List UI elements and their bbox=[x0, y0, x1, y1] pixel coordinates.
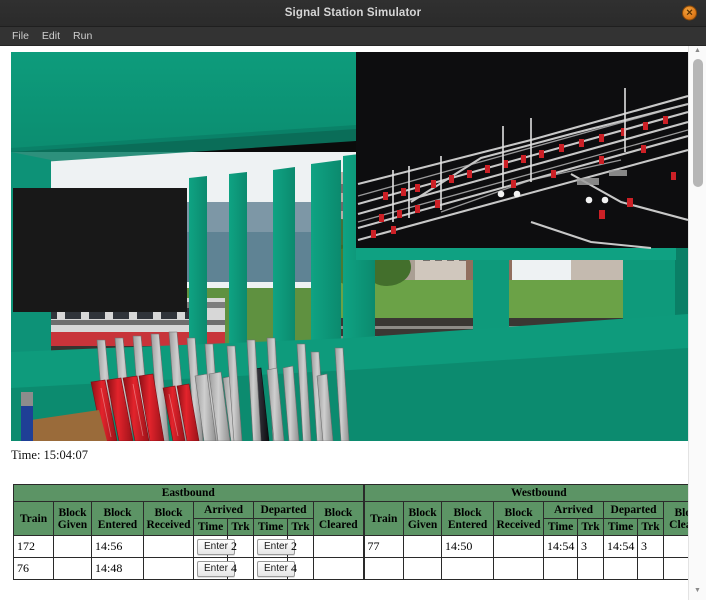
wb-row0-block-given bbox=[403, 535, 443, 558]
wb-row1-departed-time bbox=[603, 557, 639, 580]
eb-row0-arrived-time-cell: Enter bbox=[193, 535, 235, 558]
wb-row1-departed-trk bbox=[637, 557, 665, 580]
wb-col-departed-time: Time bbox=[603, 518, 639, 536]
wb-row0-arrived-time: 14:54 bbox=[543, 535, 579, 558]
wb-col-block-received: Block Received bbox=[493, 501, 545, 536]
eb-row0-train: 172 bbox=[13, 535, 54, 558]
scrollbar-track[interactable] bbox=[689, 57, 706, 586]
eb-row0-departed-enter-button[interactable]: Enter bbox=[257, 539, 295, 555]
wb-col-train: Train bbox=[362, 501, 405, 536]
wb-row1-arrived-time bbox=[543, 557, 579, 580]
wb-col-arrived-trk: Trk bbox=[577, 518, 605, 536]
eb-block-received-line1: Block bbox=[154, 506, 183, 519]
eb-row0-block-cleared bbox=[312, 535, 365, 558]
menu-item-run[interactable]: Run bbox=[69, 29, 99, 44]
wb-block-entered-line1: Block bbox=[453, 506, 482, 519]
train-log-table: Eastbound Westbound Train Block Given Bl… bbox=[12, 484, 706, 580]
eb-col-block-received: Block Received bbox=[143, 501, 194, 536]
wb-row1-block-given bbox=[403, 557, 443, 580]
eb-col-train: Train bbox=[13, 501, 54, 536]
train-log-table-container: Eastbound Westbound Train Block Given Bl… bbox=[12, 484, 706, 580]
table-direction-header-row: Eastbound Westbound bbox=[12, 484, 706, 502]
eb-row1-block-received bbox=[143, 557, 194, 580]
title-bar: Signal Station Simulator ✕ bbox=[0, 0, 706, 27]
wb-row1-train bbox=[362, 557, 405, 580]
eb-col-arrived: Arrived bbox=[193, 501, 254, 519]
eb-row1-departed-time-cell: Enter bbox=[253, 557, 295, 580]
eb-row1-arrived-time-cell: Enter bbox=[193, 557, 235, 580]
wb-block-given-line2: Given bbox=[407, 518, 438, 531]
eb-block-received-line2: Received bbox=[146, 518, 191, 531]
wb-row1-block-received bbox=[493, 557, 545, 580]
eb-col-departed-trk: Trk bbox=[287, 518, 314, 536]
close-icon[interactable]: ✕ bbox=[682, 5, 697, 21]
wb-row0-departed-time: 14:54 bbox=[603, 535, 639, 558]
eb-col-block-cleared: Block Cleared bbox=[312, 501, 365, 536]
wb-block-received-line2: Received bbox=[496, 518, 541, 531]
eb-block-cleared-line1: Block bbox=[324, 506, 353, 519]
eb-col-departed-time: Time bbox=[253, 518, 288, 536]
wb-col-arrived: Arrived bbox=[543, 501, 605, 519]
eb-col-arrived-time: Time bbox=[193, 518, 228, 536]
menu-item-file[interactable]: File bbox=[8, 29, 36, 44]
table-group-header-row: Train Block Given Block Entered Block Re… bbox=[13, 501, 706, 536]
wb-row0-train: 77 bbox=[362, 535, 405, 558]
eb-col-departed: Departed bbox=[253, 501, 314, 519]
close-glyph: ✕ bbox=[685, 7, 694, 18]
vertical-scrollbar[interactable]: ▲ ▼ bbox=[688, 46, 706, 600]
wb-row1-arrived-trk bbox=[577, 557, 605, 580]
wb-col-departed-trk: Trk bbox=[637, 518, 665, 536]
scrollbar-thumb[interactable] bbox=[693, 59, 703, 187]
wb-row0-departed-trk: 3 bbox=[637, 535, 665, 558]
wb-col-block-given: Block Given bbox=[403, 501, 443, 536]
menu-bar: File Edit Run bbox=[0, 27, 706, 46]
eb-row0-block-received bbox=[143, 535, 194, 558]
eb-col-arrived-trk: Trk bbox=[227, 518, 254, 536]
wb-col-arrived-time: Time bbox=[543, 518, 579, 536]
simulation-viewport[interactable] bbox=[11, 52, 688, 441]
wb-block-given-line1: Block bbox=[408, 506, 437, 519]
wb-col-block-entered: Block Entered bbox=[441, 501, 495, 536]
eastbound-header: Eastbound bbox=[12, 484, 365, 502]
eb-row1-block-cleared bbox=[312, 557, 365, 580]
eb-row0-departed-time-cell: Enter bbox=[253, 535, 295, 558]
application-window: Signal Station Simulator ✕ File Edit Run bbox=[0, 0, 706, 600]
eb-col-block-given: Block Given bbox=[53, 501, 92, 536]
table-row: 76 14:48 Enter 4 Enter 4 bbox=[13, 557, 706, 580]
eb-row0-block-entered: 14:56 bbox=[91, 535, 144, 558]
eb-block-given-line1: Block bbox=[58, 506, 87, 519]
wb-col-departed: Departed bbox=[603, 501, 665, 519]
wb-block-received-line1: Block bbox=[504, 506, 533, 519]
scroll-up-icon[interactable]: ▲ bbox=[694, 46, 701, 57]
window-title: Signal Station Simulator bbox=[284, 7, 422, 19]
simulation-time: Time: 15:04:07 bbox=[11, 448, 88, 462]
wb-row0-arrived-trk: 3 bbox=[577, 535, 605, 558]
eb-col-block-entered: Block Entered bbox=[91, 501, 144, 536]
scroll-down-icon[interactable]: ▼ bbox=[694, 586, 701, 597]
eb-row0-block-given bbox=[53, 535, 92, 558]
eb-row1-block-entered: 14:48 bbox=[91, 557, 144, 580]
eb-row1-train: 76 bbox=[13, 557, 54, 580]
eb-block-entered-line1: Block bbox=[103, 506, 132, 519]
eb-block-cleared-line2: Cleared bbox=[318, 518, 358, 531]
eb-row1-arrived-enter-button[interactable]: Enter bbox=[197, 561, 235, 577]
content-area: Time: 15:04:07 Eastbound Westbound Train bbox=[0, 46, 706, 600]
eb-row1-block-given bbox=[53, 557, 92, 580]
wb-block-entered-line2: Entered bbox=[447, 518, 488, 531]
eb-row1-departed-enter-button[interactable]: Enter bbox=[257, 561, 295, 577]
wb-row0-block-received bbox=[493, 535, 545, 558]
table-row: 172 14:56 Enter 2 Enter 2 77 14:50 14:54… bbox=[13, 535, 706, 558]
eb-block-entered-line2: Entered bbox=[97, 518, 138, 531]
wb-row0-block-entered: 14:50 bbox=[441, 535, 495, 558]
menu-item-edit[interactable]: Edit bbox=[38, 29, 67, 44]
wb-row1-block-entered bbox=[441, 557, 495, 580]
eb-block-given-line2: Given bbox=[57, 518, 88, 531]
eb-row0-arrived-enter-button[interactable]: Enter bbox=[197, 539, 235, 555]
westbound-header: Westbound bbox=[362, 484, 706, 502]
